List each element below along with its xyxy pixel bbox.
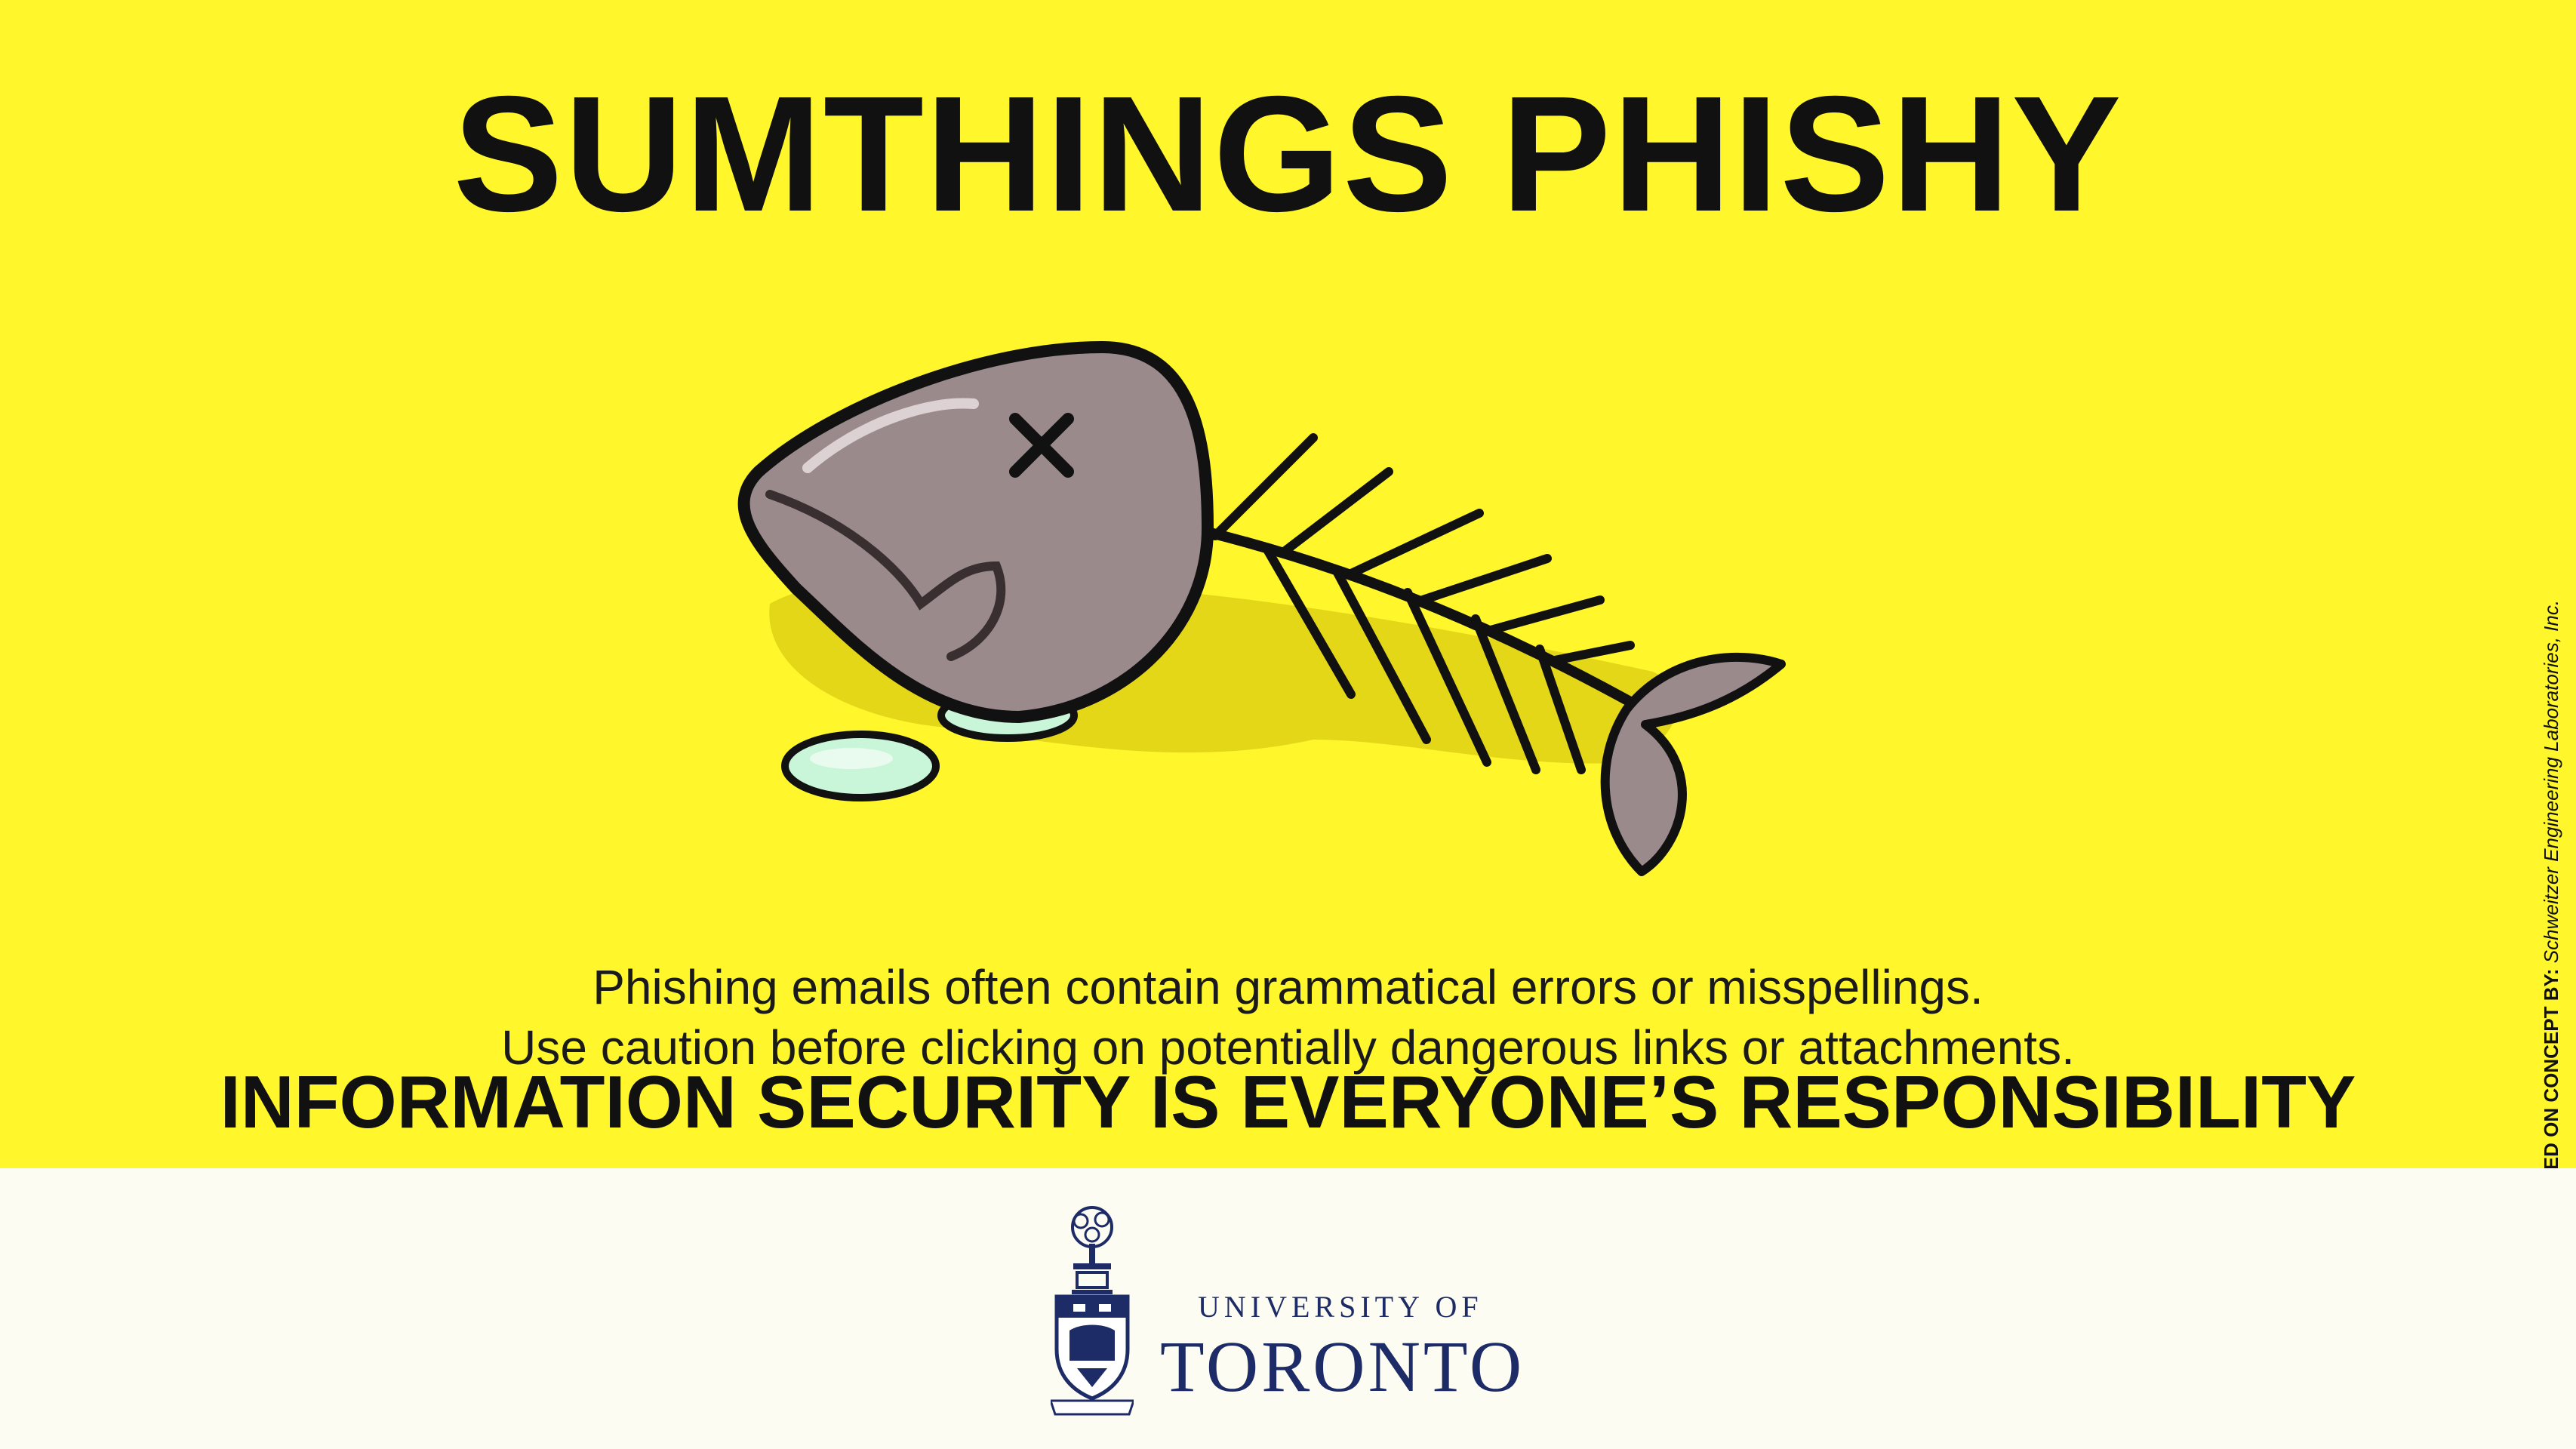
university-name-line-2: TORONTO xyxy=(1160,1326,1525,1407)
body-line-1: Phishing emails often contain grammatica… xyxy=(592,960,1984,1014)
headline: SUMTHINGS PHISHY xyxy=(453,63,2123,246)
phishing-awareness-poster: SUMTHINGS PHISHY Phishing emails often c xyxy=(0,0,2576,1449)
university-crest-icon xyxy=(1051,1206,1134,1416)
dead-fish-skeleton-icon xyxy=(737,341,1786,876)
university-name-line-1: UNIVERSITY OF xyxy=(1198,1290,1483,1324)
university-logo: UNIVERSITY OF TORONTO xyxy=(1051,1198,1534,1425)
tagline: INFORMATION SECURITY IS EVERYONE’S RESPO… xyxy=(220,1060,2356,1143)
credit-source: Schweitzer Engineering Laboratories, Inc… xyxy=(2540,599,2562,964)
